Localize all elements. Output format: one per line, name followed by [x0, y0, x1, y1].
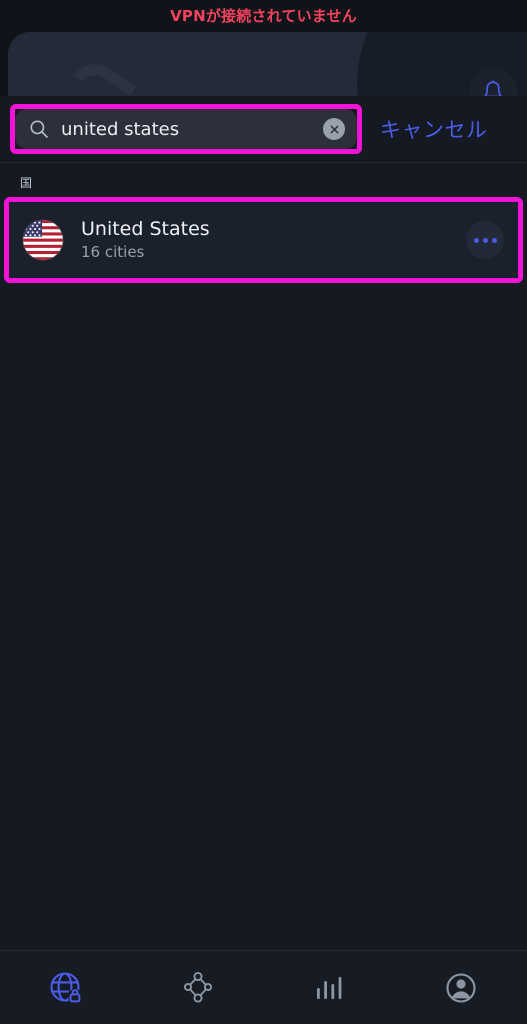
search-bar-row: キャンセル: [0, 96, 527, 162]
results-section-header: 国: [20, 176, 33, 190]
result-row-highlight: United States 16 cities: [4, 197, 523, 283]
app-root: VPNが接続されていません united states キャンセル 国 Unit…: [0, 0, 527, 1024]
vpn-status-text: VPNが接続されていません: [170, 6, 357, 25]
globe-lock-icon: [50, 971, 82, 1003]
account-circle-icon: [446, 972, 476, 1003]
list-item-country[interactable]: United States 16 cities: [9, 202, 518, 278]
more-horizontal-icon: [491, 237, 497, 243]
country-city-count: 16 cities: [81, 242, 145, 261]
search-input[interactable]: [61, 118, 323, 140]
more-horizontal-icon: [473, 237, 479, 243]
search-field[interactable]: [15, 109, 357, 149]
tab-account[interactable]: [395, 951, 527, 1024]
close-icon: [330, 125, 338, 133]
country-name: United States: [81, 217, 210, 240]
country-more-button[interactable]: [466, 221, 504, 259]
header-hero: [0, 32, 527, 96]
bar-chart-icon: [317, 976, 342, 999]
tab-network[interactable]: [132, 951, 264, 1024]
search-field-highlight: [10, 104, 362, 154]
bell-icon: [484, 80, 502, 96]
us-flag-icon: [23, 220, 63, 260]
country-text-block: United States 16 cities: [81, 218, 466, 262]
vpn-status-banner: VPNが接続されていません: [0, 0, 527, 32]
search-icon: [30, 120, 48, 138]
cancel-search-button[interactable]: キャンセル: [380, 114, 488, 144]
mesh-network-icon: [183, 971, 212, 1003]
more-horizontal-icon: [482, 237, 488, 243]
bottom-tab-bar: [0, 950, 527, 1024]
clear-search-button[interactable]: [323, 118, 345, 140]
tab-vpn[interactable]: [0, 951, 132, 1024]
search-results-list: 国 United States 16 cities: [0, 163, 527, 950]
tab-stats[interactable]: [264, 951, 396, 1024]
